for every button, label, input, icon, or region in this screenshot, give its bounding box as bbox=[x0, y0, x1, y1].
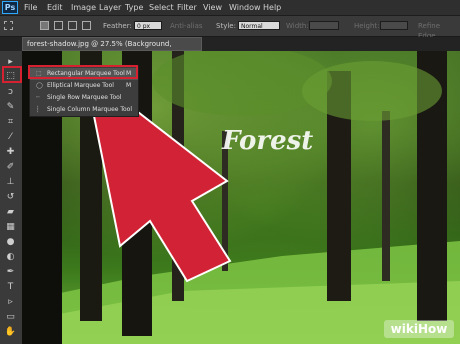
menu-edit[interactable]: Edit bbox=[47, 2, 63, 14]
width-label: Width: bbox=[286, 22, 309, 30]
tool-highlight-box bbox=[2, 66, 22, 83]
blur-tool-icon[interactable]: ● bbox=[3, 235, 18, 249]
flyout-item-label: Single Row Marquee Tool bbox=[47, 94, 122, 101]
menu-window[interactable]: Window bbox=[229, 2, 261, 14]
options-bar: Feather: 0 px Anti-alias Style: Normal W… bbox=[0, 16, 460, 40]
single-column-marquee-icon: ┆ bbox=[36, 106, 40, 113]
forest-title-text: Forest bbox=[221, 126, 313, 156]
single-row-marquee-icon: ┄ bbox=[36, 94, 40, 101]
wikihow-watermark: wikiHow bbox=[384, 320, 454, 338]
flyout-item-label: Single Column Marquee Tool bbox=[47, 106, 133, 113]
antialias-checkbox[interactable]: Anti-alias bbox=[170, 21, 203, 31]
history-brush-tool-icon[interactable]: ↺ bbox=[3, 190, 18, 204]
photoshop-logo-icon: Ps bbox=[2, 1, 18, 14]
shape-tool-icon[interactable]: ▭ bbox=[3, 310, 18, 324]
menu-filter[interactable]: Filter bbox=[177, 2, 197, 14]
path-selection-tool-icon[interactable]: ▹ bbox=[3, 295, 18, 309]
brush-tool-icon[interactable]: ✐ bbox=[3, 160, 18, 174]
type-tool-icon[interactable]: T bbox=[3, 280, 18, 294]
intersect-selection-icon[interactable] bbox=[82, 21, 91, 30]
menu-bar: Ps File Edit Image Layer Type Select Fil… bbox=[0, 0, 460, 16]
quick-select-tool-icon[interactable]: ✎ bbox=[3, 100, 18, 114]
height-input[interactable] bbox=[380, 21, 408, 30]
feather-label: Feather: bbox=[103, 22, 132, 30]
eraser-tool-icon[interactable]: ▰ bbox=[3, 205, 18, 219]
menu-type[interactable]: Type bbox=[125, 2, 143, 14]
dodge-tool-icon[interactable]: ◐ bbox=[3, 250, 18, 264]
menu-select[interactable]: Select bbox=[149, 2, 174, 14]
menu-help[interactable]: Help bbox=[263, 2, 281, 14]
flyout-item-label: Elliptical Marquee Tool bbox=[47, 82, 114, 89]
flyout-highlight-box bbox=[28, 65, 138, 79]
document-tab[interactable]: forest-shadow.jpg @ 27.5% (Background, R… bbox=[22, 37, 202, 60]
pen-tool-icon[interactable]: ✒ bbox=[3, 265, 18, 279]
elliptical-marquee-icon: ◯ bbox=[36, 82, 43, 89]
feather-input[interactable]: 0 px bbox=[134, 21, 162, 30]
subtract-selection-icon[interactable] bbox=[68, 21, 77, 30]
add-selection-icon[interactable] bbox=[54, 21, 63, 30]
height-label: Height: bbox=[354, 22, 380, 30]
new-selection-icon[interactable] bbox=[40, 21, 49, 30]
flyout-item-single-column-marquee[interactable]: ┆ Single Column Marquee Tool bbox=[30, 104, 138, 116]
menu-file[interactable]: File bbox=[24, 2, 37, 14]
style-label: Style: bbox=[216, 22, 236, 30]
flyout-item-shortcut: M bbox=[126, 82, 132, 89]
gradient-tool-icon[interactable]: ▦ bbox=[3, 220, 18, 234]
flyout-item-single-row-marquee[interactable]: ┄ Single Row Marquee Tool bbox=[30, 92, 138, 104]
crop-tool-icon[interactable]: ⌗ bbox=[3, 115, 18, 129]
menu-layer[interactable]: Layer bbox=[99, 2, 121, 14]
healing-brush-tool-icon[interactable]: ✚ bbox=[3, 145, 18, 159]
hand-tool-icon[interactable]: ✋ bbox=[3, 325, 18, 339]
eyedropper-tool-icon[interactable]: ⁄ bbox=[3, 130, 18, 144]
lasso-tool-icon[interactable]: ↄ bbox=[3, 85, 18, 99]
menu-view[interactable]: View bbox=[203, 2, 222, 14]
clone-stamp-tool-icon[interactable]: ⊥ bbox=[3, 175, 18, 189]
width-input[interactable] bbox=[309, 21, 339, 30]
tools-panel: ▸ ⬚ ↄ ✎ ⌗ ⁄ ✚ ✐ ⊥ ↺ ▰ ▦ ● ◐ ✒ T ▹ ▭ ✋ bbox=[0, 51, 23, 344]
marquee-preset-icon[interactable] bbox=[4, 21, 13, 30]
menu-image[interactable]: Image bbox=[71, 2, 96, 14]
flyout-item-elliptical-marquee[interactable]: ◯ Elliptical Marquee Tool M bbox=[30, 80, 138, 92]
style-select[interactable]: Normal bbox=[238, 21, 280, 30]
